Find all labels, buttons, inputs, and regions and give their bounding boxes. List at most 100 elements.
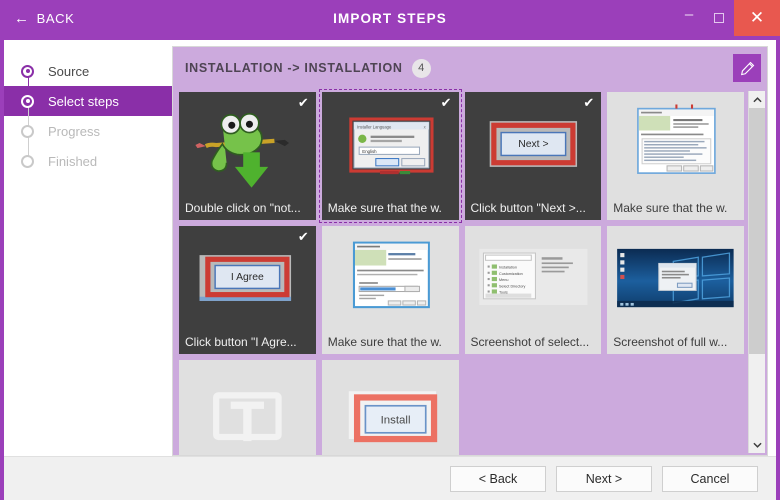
svg-text:Select Directory: Select Directory	[499, 284, 525, 288]
iagree-button-thumb: I Agree	[199, 255, 292, 301]
chevron-up-icon	[752, 96, 762, 102]
svg-text:Next >: Next >	[518, 139, 548, 150]
close-button[interactable]: ✕	[734, 0, 780, 36]
svg-text:Menu: Menu	[499, 278, 508, 282]
steps-grid-wrapper: ✔ Double click on "not... Installer Lang…	[173, 89, 767, 455]
scrollbar-thumb[interactable]	[749, 108, 765, 354]
next-button-footer[interactable]: Next >	[556, 465, 652, 492]
sidebar-item-finished[interactable]: Finished	[4, 146, 172, 176]
step-card[interactable]: Installation Customization Menu Select D…	[464, 226, 602, 354]
step-card[interactable]: I Agree ✔ Click button "I Agre...	[179, 226, 316, 354]
step-card[interactable]: Next > ✔ Click button "Next >...	[464, 92, 602, 220]
step-thumbnail: I Agree	[179, 226, 316, 330]
step-card[interactable]: Installer Language x English ✔ Make sure…	[318, 89, 462, 223]
svg-text:Install: Install	[380, 414, 410, 426]
step-thumbnail	[322, 226, 459, 330]
step-thumbnail	[607, 92, 744, 196]
breadcrumb: INSTALLATION -> INSTALLATION	[185, 61, 403, 75]
svg-text:Installer Language: Installer Language	[357, 124, 392, 129]
selected-check-icon: ✔	[297, 229, 309, 244]
back-button-label: BACK	[36, 10, 75, 26]
selected-check-icon: ✔	[440, 95, 452, 110]
grid-scrollbar[interactable]	[748, 91, 765, 453]
svg-text:Installation: Installation	[499, 266, 517, 270]
window-title: IMPORT STEPS	[333, 10, 447, 26]
step-caption: Click button "I Agre...	[185, 335, 297, 349]
steps-panel: INSTALLATION -> INSTALLATION 4 ✔ Double …	[172, 46, 768, 456]
step-thumbnail	[179, 92, 316, 196]
tree-select-thumb: Installation Customization Menu Select D…	[478, 248, 587, 306]
language-dialog-thumb: Installer Language x English	[349, 117, 434, 175]
license-window-thumb	[637, 104, 716, 174]
progress-window-thumb	[352, 241, 430, 309]
step-thumbnail: Next >	[465, 92, 602, 196]
step-bullet-icon	[21, 64, 34, 78]
step-card[interactable]: Make sure that the w.	[321, 226, 459, 354]
step-caption: Make sure that the w.	[327, 201, 442, 215]
step-bullet-icon	[21, 154, 34, 168]
step-thumbnail	[179, 360, 316, 455]
back-arrow-icon: ←	[14, 9, 30, 27]
maximize-icon	[714, 13, 724, 23]
back-button[interactable]: ← BACK	[14, 11, 74, 26]
scrollbar-track[interactable]	[749, 108, 765, 436]
step-card[interactable]	[179, 360, 316, 455]
import-steps-window: ← BACK IMPORT STEPS – ✕ Source Select st…	[0, 0, 780, 500]
sidebar-item-label: Progress	[48, 123, 101, 139]
pencil-icon	[740, 61, 754, 75]
step-bullet-icon	[21, 124, 34, 138]
step-bullet-icon	[21, 94, 34, 108]
sidebar-item-source[interactable]: Source	[4, 56, 172, 86]
edit-button[interactable]	[733, 54, 761, 82]
minimize-icon: –	[684, 6, 694, 23]
cancel-button[interactable]: Cancel	[662, 465, 758, 492]
svg-text:English: English	[362, 149, 377, 154]
step-card[interactable]: ✔ Double click on "not...	[179, 92, 316, 220]
minimize-button[interactable]: –	[674, 0, 704, 36]
title-bar: ← BACK IMPORT STEPS – ✕	[0, 0, 780, 36]
step-card[interactable]: Install	[321, 360, 459, 455]
chameleon-download-icon	[195, 113, 289, 188]
steps-grid: ✔ Double click on "not... Installer Lang…	[173, 89, 748, 455]
sidebar-item-label: Select steps	[48, 93, 119, 109]
next-button-thumb: Next >	[489, 121, 577, 167]
close-icon: ✕	[749, 8, 765, 27]
selected-check-icon: ✔	[583, 95, 595, 110]
step-caption: Make sure that the w.	[327, 335, 442, 349]
step-thumbnail: Installation Customization Menu Select D…	[465, 226, 602, 330]
maximize-button[interactable]	[704, 0, 734, 36]
step-card[interactable]: Make sure that the w.	[607, 92, 744, 220]
content-area: INSTALLATION -> INSTALLATION 4 ✔ Double …	[172, 40, 776, 456]
main-area: Source Select steps Progress Finished IN…	[4, 40, 776, 456]
selected-check-icon: ✔	[297, 95, 309, 110]
step-caption: Screenshot of full w...	[613, 335, 728, 349]
step-thumbnail	[607, 226, 744, 330]
window-controls: – ✕	[674, 0, 780, 36]
sidebar-item-label: Finished	[48, 153, 98, 169]
sidebar-item-select-steps[interactable]: Select steps	[4, 86, 172, 116]
sidebar-item-label: Source	[48, 63, 90, 79]
dialog-footer: < Back Next > Cancel	[4, 456, 776, 500]
wizard-sidebar: Source Select steps Progress Finished	[4, 40, 172, 456]
step-card[interactable]: Screenshot of full w...	[607, 226, 744, 354]
svg-text:I Agree: I Agree	[231, 272, 264, 283]
stepper-connector	[27, 68, 29, 160]
chevron-down-icon	[752, 442, 762, 448]
step-thumbnail: Installer Language x English	[322, 92, 459, 196]
svg-text:Customization: Customization	[499, 272, 523, 276]
step-caption: Make sure that the w.	[613, 201, 728, 215]
scroll-up-button[interactable]	[749, 91, 765, 108]
step-caption: Double click on "not...	[185, 201, 301, 215]
step-caption: Screenshot of select...	[470, 335, 590, 349]
back-button-footer[interactable]: < Back	[450, 465, 546, 492]
window-inner: Source Select steps Progress Finished IN…	[4, 40, 776, 500]
step-thumbnail: Install	[322, 360, 459, 455]
scroll-down-button[interactable]	[749, 436, 765, 453]
desktop-full-thumb	[617, 248, 734, 308]
step-count-badge: 4	[411, 58, 431, 78]
sidebar-item-progress[interactable]: Progress	[4, 116, 172, 146]
step-caption: Click button "Next >...	[470, 201, 586, 215]
placeholder-icon	[213, 392, 282, 442]
panel-header: INSTALLATION -> INSTALLATION 4	[173, 47, 767, 89]
install-button-thumb: Install	[348, 391, 437, 443]
